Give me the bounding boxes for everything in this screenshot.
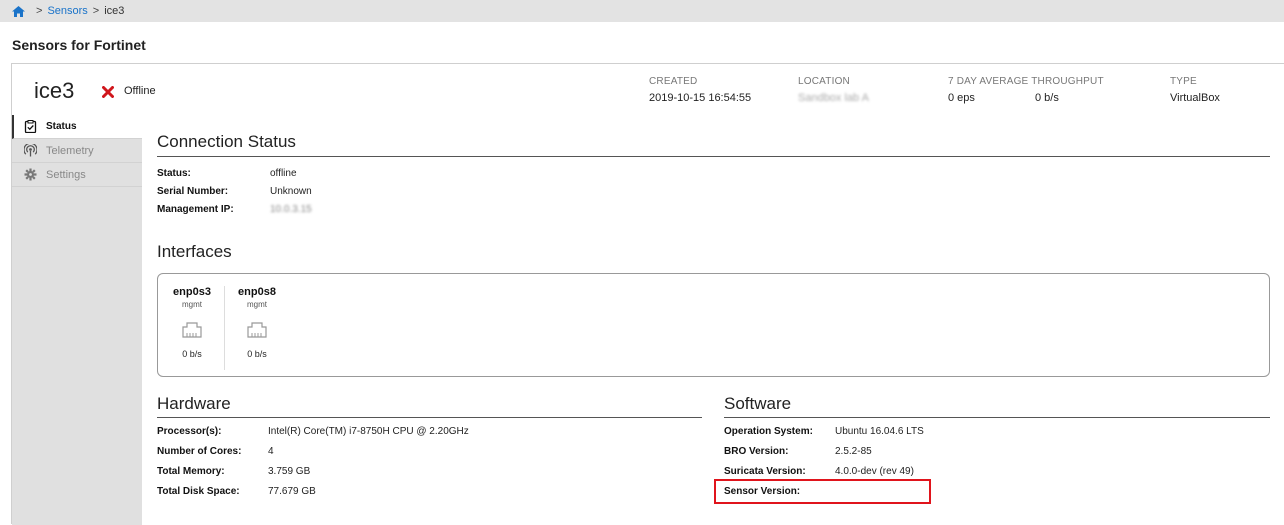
sensor-status: Offline [124, 85, 156, 97]
sidebar-item-label: Telemetry [46, 144, 94, 157]
interface-role: mgmt [182, 300, 202, 309]
breadcrumb-sensors-link[interactable]: Sensors [47, 5, 87, 17]
sidebar-item-status[interactable]: Status [12, 115, 142, 139]
software-section: Software [724, 394, 1270, 418]
sensor-version-highlight-box [714, 479, 931, 504]
management-ip-value: 10.0.3.15 [270, 204, 312, 215]
hardware-title: Hardware [157, 394, 231, 413]
broadcast-icon [24, 144, 37, 157]
divider [157, 156, 1270, 157]
suricata-version-label: Suricata Version: [724, 466, 806, 477]
serial-number-label: Serial Number: [157, 186, 229, 197]
location-meta: LOCATION Sandbox lab A [798, 76, 869, 104]
created-value: 2019-10-15 16:54:55 [649, 92, 752, 104]
interface-enp0s3[interactable]: enp0s3 mgmt 0 b/s [162, 286, 222, 359]
interface-rate: 0 b/s [247, 349, 267, 359]
page-title: Sensors for Fortinet [12, 37, 146, 53]
sensor-header: ice3 Offline CREATED 2019-10-15 16:54:55… [12, 64, 1284, 115]
breadcrumb-separator: > [92, 5, 100, 17]
hardware-section: Hardware [157, 394, 702, 418]
memory-value: 3.759 GB [268, 466, 311, 477]
location-value: Sandbox lab A [798, 92, 869, 104]
sidebar-item-telemetry[interactable]: Telemetry [12, 139, 142, 163]
interface-enp0s8[interactable]: enp0s8 mgmt 0 b/s [227, 286, 287, 359]
type-value: VirtualBox [1170, 92, 1220, 104]
software-title: Software [724, 394, 792, 413]
interface-role: mgmt [247, 300, 267, 309]
gear-icon [24, 168, 37, 181]
throughput-meta: 7 DAY AVERAGE THROUGHPUT 0 eps 0 b/s [948, 76, 1104, 104]
breadcrumb-current: ice3 [104, 5, 125, 17]
processor-value: Intel(R) Core(TM) i7-8750H CPU @ 2.20GHz [268, 426, 469, 437]
interfaces-title: Interfaces [157, 242, 232, 261]
interface-name: enp0s3 [173, 286, 211, 298]
divider [157, 417, 702, 418]
serial-number-value: Unknown [270, 186, 312, 197]
throughput-label: 7 DAY AVERAGE THROUGHPUT [948, 76, 1104, 87]
sidebar-item-label: Settings [46, 168, 86, 181]
offline-x-icon [102, 86, 114, 98]
interface-rate: 0 b/s [182, 349, 202, 359]
throughput-eps: 0 eps [948, 92, 975, 104]
connection-status-section: Connection Status [157, 132, 1270, 157]
sidebar-item-settings[interactable]: Settings [12, 163, 142, 187]
created-label: CREATED [649, 76, 698, 87]
disk-value: 77.679 GB [268, 486, 316, 497]
status-value: offline [270, 168, 297, 179]
interfaces-panel: enp0s3 mgmt 0 b/s enp0s8 mgmt 0 b/s [157, 273, 1270, 377]
interface-divider [224, 286, 225, 370]
type-label: TYPE [1170, 76, 1197, 87]
breadcrumb: > Sensors > ice3 [0, 0, 1284, 22]
processor-label: Processor(s): [157, 426, 222, 437]
type-meta: TYPE VirtualBox [1170, 76, 1220, 104]
divider [724, 417, 1270, 418]
clipboard-check-icon [24, 120, 37, 133]
status-label: Status: [157, 168, 191, 179]
connection-status-title: Connection Status [157, 132, 296, 151]
ethernet-port-icon [182, 322, 202, 338]
location-label: LOCATION [798, 76, 850, 87]
sensor-card: ice3 Offline CREATED 2019-10-15 16:54:55… [11, 63, 1284, 525]
breadcrumb-separator: > [36, 5, 43, 17]
suricata-version-value: 4.0.0-dev (rev 49) [835, 466, 914, 477]
cores-value: 4 [268, 446, 274, 457]
cores-label: Number of Cores: [157, 446, 242, 457]
os-value: Ubuntu 16.04.6 LTS [835, 426, 924, 437]
memory-label: Total Memory: [157, 466, 225, 477]
disk-label: Total Disk Space: [157, 486, 240, 497]
sidebar-item-label: Status [46, 121, 77, 132]
sensor-name: ice3 [34, 78, 75, 103]
os-label: Operation System: [724, 426, 813, 437]
management-ip-label: Management IP: [157, 204, 234, 215]
sidebar: Status Telemetry Settings [12, 115, 142, 525]
ethernet-port-icon [247, 322, 267, 338]
interface-name: enp0s8 [238, 286, 276, 298]
home-icon[interactable] [12, 5, 25, 17]
throughput-bps: 0 b/s [1035, 92, 1059, 104]
created-meta: CREATED 2019-10-15 16:54:55 [649, 76, 751, 104]
bro-version-label: BRO Version: [724, 446, 789, 457]
bro-version-value: 2.5.2-85 [835, 446, 872, 457]
